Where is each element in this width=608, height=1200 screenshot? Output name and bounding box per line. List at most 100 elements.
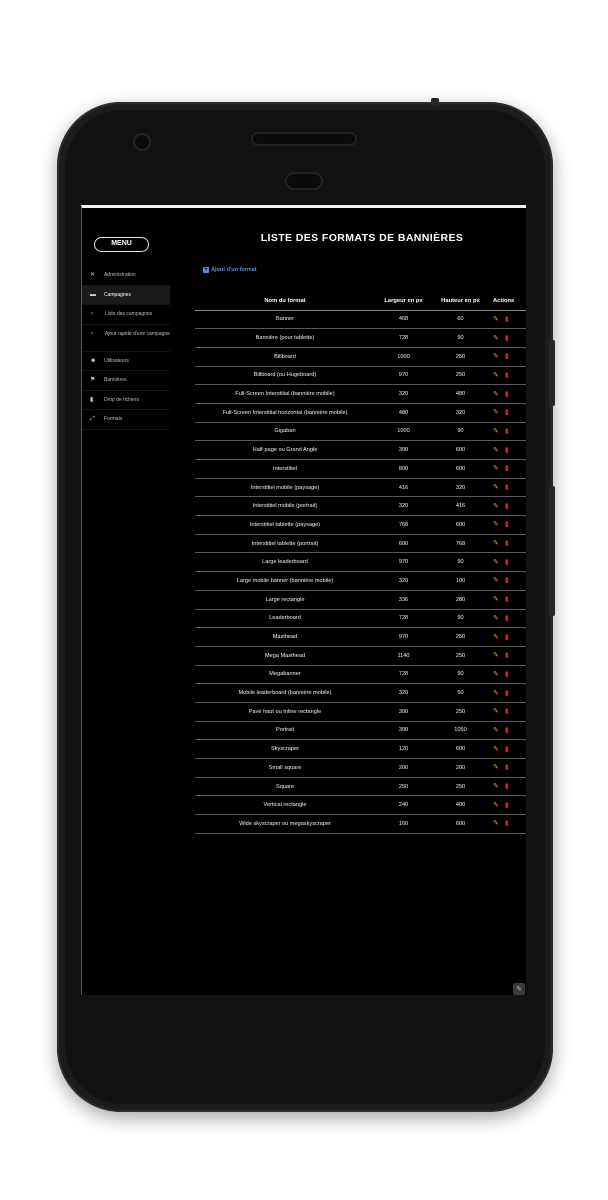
trash-icon[interactable]: ▮ — [505, 746, 509, 753]
actions-cell: ✎ ▮ — [489, 739, 526, 759]
trash-icon[interactable]: ▮ — [505, 690, 509, 697]
trash-icon[interactable]: ▮ — [505, 540, 509, 547]
format-name-cell: Full-Screen Interstitial (bannière mobil… — [195, 384, 375, 404]
format-height-cell: 416 — [432, 496, 489, 516]
actions-cell: ✎ ▮ — [489, 365, 526, 385]
edit-icon[interactable]: ✎ — [493, 409, 499, 416]
trash-icon[interactable]: ▮ — [505, 372, 509, 379]
add-format-link[interactable]: + Ajout d'un format — [203, 267, 257, 273]
table-row: Interstitiel 800 600 ✎ ▮ — [195, 459, 526, 479]
format-height-cell: 50 — [432, 683, 489, 703]
actions-cell: ✎ ▮ — [489, 720, 526, 740]
trash-icon[interactable]: ▮ — [505, 484, 509, 491]
edit-icon[interactable]: ✎ — [493, 484, 499, 491]
format-name-cell: Banner — [195, 309, 375, 329]
phone-top-button — [431, 98, 439, 106]
format-width-cell: 300 — [375, 720, 432, 740]
trash-icon[interactable]: ▮ — [505, 577, 509, 584]
trash-icon[interactable]: ▮ — [505, 353, 509, 360]
edit-icon[interactable]: ✎ — [493, 746, 499, 753]
trash-icon[interactable]: ▮ — [505, 708, 509, 715]
edit-icon[interactable]: ✎ — [493, 335, 499, 342]
table-row: Interstitiel mobile (paysage) 416 320 ✎ ▮ — [195, 477, 526, 497]
edit-icon[interactable]: ✎ — [493, 634, 499, 641]
edit-icon[interactable]: ✎ — [493, 372, 499, 379]
trash-icon[interactable]: ▮ — [505, 615, 509, 622]
edit-icon[interactable]: ✎ — [493, 447, 499, 454]
trash-icon[interactable]: ▮ — [505, 335, 509, 342]
edit-icon[interactable]: ✎ — [493, 465, 499, 472]
edit-icon[interactable]: ✎ — [493, 783, 499, 790]
trash-icon[interactable]: ▮ — [505, 391, 509, 398]
table-row: Large leaderboard 970 90 ✎ ▮ — [195, 552, 526, 572]
actions-cell: ✎ ▮ — [489, 477, 526, 497]
table-row: Large mobile banner (bannière mobile) 320… — [195, 571, 526, 591]
edit-icon[interactable]: ✎ — [493, 577, 499, 584]
edit-icon[interactable]: ✎ — [493, 391, 499, 398]
users-icon: ☻ — [90, 357, 97, 364]
trash-icon[interactable]: ▮ — [505, 465, 509, 472]
trash-icon[interactable]: ▮ — [505, 727, 509, 734]
sidebar-item-4[interactable]: ☻ Utilisateurs — [82, 352, 170, 371]
trash-icon[interactable]: ▮ — [505, 802, 509, 809]
edit-icon[interactable]: ✎ — [493, 503, 499, 510]
format-height-cell: 600 — [432, 739, 489, 759]
sidebar-item-6[interactable]: ▮ Drop de fichiers — [82, 391, 170, 410]
menu-button[interactable]: MENU — [94, 237, 149, 252]
trash-icon[interactable]: ▮ — [505, 783, 509, 790]
resize-icon: ⤢ — [90, 416, 95, 422]
trash-icon[interactable]: ▮ — [505, 428, 509, 435]
trash-icon[interactable]: ▮ — [505, 820, 509, 827]
chevron-right-icon: › — [91, 330, 93, 337]
format-name-cell: Small square — [195, 758, 375, 778]
trash-icon[interactable]: ▮ — [505, 634, 509, 641]
sidebar-item-2[interactable]: › Liste des campagnes — [82, 305, 170, 325]
sidebar-item-0[interactable]: ✕ Administration — [82, 266, 170, 286]
trash-icon[interactable]: ▮ — [505, 652, 509, 659]
format-height-cell: 600 — [432, 814, 489, 834]
edit-icon[interactable]: ✎ — [493, 764, 499, 771]
edit-icon[interactable]: ✎ — [493, 727, 499, 734]
format-name-cell: Full-Screen Interstitial horizontal (ban… — [195, 402, 375, 423]
edit-icon[interactable]: ✎ — [493, 802, 499, 809]
trash-icon[interactable]: ▮ — [505, 559, 509, 566]
edit-icon[interactable]: ✎ — [493, 652, 499, 659]
header-name: Nom du format — [195, 293, 375, 311]
edit-icon[interactable]: ✎ — [493, 559, 499, 566]
sidebar-item-label: Liste des campagnes — [105, 311, 153, 317]
phone-screen: MENU ✕ Administration ▬ Campagnes › Liste des… — [81, 205, 526, 995]
edit-icon[interactable]: ✎ — [493, 708, 499, 715]
actions-cell: ✎ ▮ — [489, 496, 526, 516]
sidebar-item-7[interactable]: ⤢ Formats — [82, 410, 170, 430]
edit-icon[interactable]: ✎ — [493, 596, 499, 603]
table-row: Bannière (pour tablette) 728 90 ✎ ▮ — [195, 328, 526, 348]
format-name-cell: Pavé haut ou Inline rectangle — [195, 701, 375, 722]
format-name-cell: Megabanner — [195, 664, 375, 684]
format-height-cell: 250 — [432, 627, 489, 647]
table-row: Mobile leaderboard (bannière mobile) 320 5… — [195, 683, 526, 703]
edit-icon[interactable]: ✎ — [493, 316, 499, 323]
format-height-cell: 280 — [432, 589, 489, 609]
sidebar-item-3[interactable]: › Ajout rapide d'une campagne — [82, 325, 170, 352]
format-name-cell: Large rectangle — [195, 589, 375, 609]
trash-icon[interactable]: ▮ — [505, 764, 509, 771]
settings-round-icon[interactable]: ✎ — [513, 983, 525, 995]
trash-icon[interactable]: ▮ — [505, 316, 509, 323]
table-row: Billboard 1000 250 ✎ ▮ — [195, 346, 526, 367]
trash-icon[interactable]: ▮ — [505, 521, 509, 528]
edit-icon[interactable]: ✎ — [493, 690, 499, 697]
edit-icon[interactable]: ✎ — [493, 615, 499, 622]
sidebar-item-5[interactable]: ⚑ Bannières — [82, 371, 170, 391]
edit-icon[interactable]: ✎ — [493, 521, 499, 528]
trash-icon[interactable]: ▮ — [505, 447, 509, 454]
trash-icon[interactable]: ▮ — [505, 409, 509, 416]
trash-icon[interactable]: ▮ — [505, 671, 509, 678]
edit-icon[interactable]: ✎ — [493, 820, 499, 827]
edit-icon[interactable]: ✎ — [493, 671, 499, 678]
sidebar-item-1[interactable]: ▬ Campagnes — [82, 285, 170, 305]
edit-icon[interactable]: ✎ — [493, 540, 499, 547]
trash-icon[interactable]: ▮ — [505, 596, 509, 603]
edit-icon[interactable]: ✎ — [493, 428, 499, 435]
trash-icon[interactable]: ▮ — [505, 503, 509, 510]
edit-icon[interactable]: ✎ — [493, 353, 499, 360]
